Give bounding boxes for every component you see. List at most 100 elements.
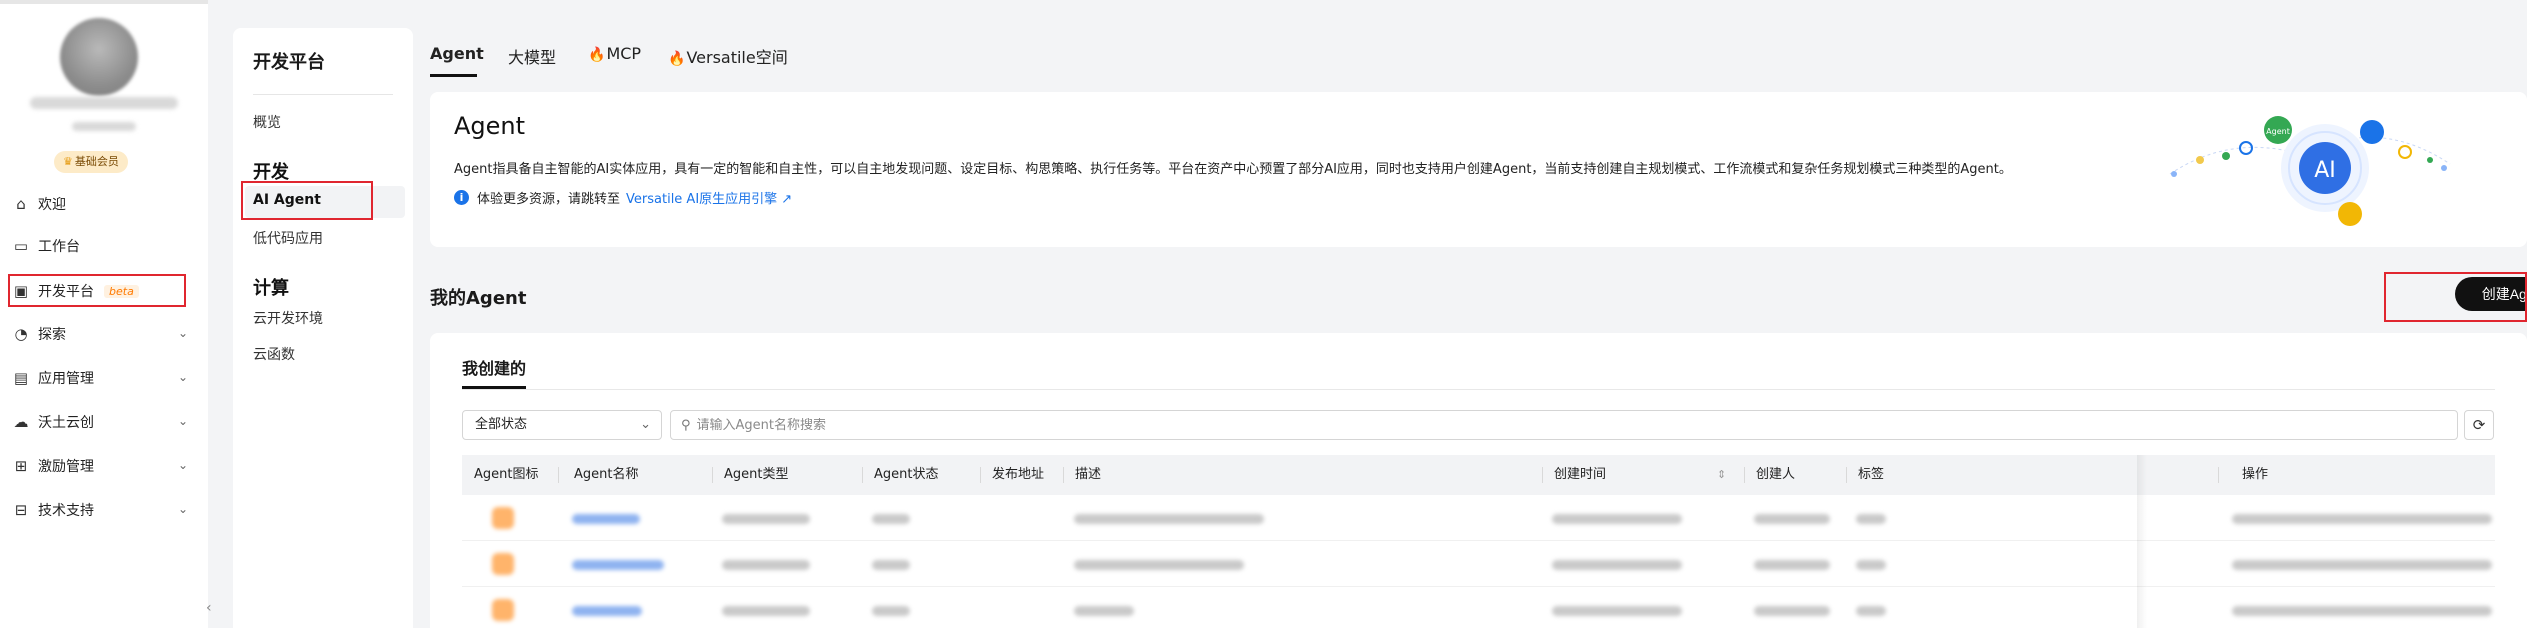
avatar[interactable] <box>60 18 138 96</box>
sidebar-item-label: 激励管理 <box>38 459 94 475</box>
tab-llm[interactable]: 大模型 <box>508 44 556 68</box>
fire-icon: 🔥 <box>588 47 606 63</box>
info-text: 体验更多资源，请跳转至 <box>477 192 621 207</box>
search-input[interactable] <box>696 417 2457 433</box>
sidebar-item-explore[interactable]: ◔ 探索 ⌄ <box>0 314 208 354</box>
chevron-down-icon: ⌄ <box>177 502 188 516</box>
sidebar-item-incentive[interactable]: ⊞ 激励管理 ⌄ <box>0 446 208 486</box>
support-icon: ⊟ <box>14 501 28 519</box>
left-sidebar: ♛ 基础会员 ⌂ 欢迎 ▭ 工作台 ▣ 开发平台 beta ◔ 探索 ⌄ ▤ 应用管理 ⌄ ☁ 沃土… <box>0 0 208 628</box>
column-separator <box>980 467 981 483</box>
search-box: ⚲ <box>670 410 2458 440</box>
tab-mcp[interactable]: 🔥MCP <box>588 44 641 63</box>
agent-name-blurred[interactable] <box>572 606 642 616</box>
agent-name-blurred[interactable] <box>572 514 640 524</box>
chevron-down-icon: ⌄ <box>640 417 651 432</box>
sidebar-item-label: 技术支持 <box>38 503 94 519</box>
status-select[interactable]: 全部状态 ⌄ <box>462 410 662 440</box>
table-header: Agent图标 Agent名称 Agent类型 Agent状态 发布地址 描述 … <box>462 455 2495 495</box>
collapse-sidebar-icon[interactable]: ‹ <box>206 600 218 628</box>
create-agent-button[interactable]: 创建Agent <box>2455 277 2527 311</box>
agent-name-blurred[interactable] <box>572 560 664 570</box>
fixed-column-shadow <box>2137 455 2147 628</box>
sidebar-item-support[interactable]: ⊟ 技术支持 ⌄ <box>0 490 208 530</box>
tag-blurred <box>1856 514 1886 524</box>
actions-blurred[interactable] <box>2232 514 2492 524</box>
illustration-ai-label: AI <box>2314 158 2336 183</box>
col-actions: 操作 <box>2242 467 2269 482</box>
sidebar-item-label: 欢迎 <box>38 197 66 213</box>
chevron-down-icon: ⌄ <box>177 370 188 384</box>
column-separator <box>1744 467 1745 483</box>
agent-illustration: AI Agent <box>2169 116 2451 226</box>
search-icon: ⚲ <box>681 417 691 433</box>
home-icon: ⌂ <box>16 195 26 213</box>
app-manage-icon: ▤ <box>13 369 29 387</box>
tab-mcp-label: MCP <box>606 44 642 63</box>
subnav-section-dev: 开发 <box>253 162 289 183</box>
subnav-section-compute: 计算 <box>253 278 289 299</box>
my-agent-title: 我的Agent <box>430 288 527 309</box>
column-separator <box>712 467 713 483</box>
agent-type-blurred <box>722 560 810 570</box>
agent-type-blurred <box>722 606 810 616</box>
info-line: i 体验更多资源，请跳转至 Versatile AI原生应用引擎 ↗ <box>454 188 792 207</box>
column-separator <box>1542 467 1543 483</box>
actions-blurred[interactable] <box>2232 606 2492 616</box>
agent-list-card: 我创建的 全部状态 ⌄ ⚲ ⟳ Agent图标 Agent名称 Agent类型 … <box>430 333 2527 628</box>
sort-icon[interactable]: ⇕ <box>1717 468 1726 481</box>
tab-versatile[interactable]: 🔥Versatile空间 <box>668 44 788 68</box>
actions-blurred[interactable] <box>2232 560 2492 570</box>
versatile-link[interactable]: Versatile AI原生应用引擎 ↗ <box>626 188 792 207</box>
tab-underline <box>430 74 477 77</box>
sidebar-item-label: 探索 <box>38 327 66 343</box>
member-badge: ♛ 基础会员 <box>54 151 128 173</box>
column-separator <box>862 467 863 483</box>
col-agent-status: Agent状态 <box>874 467 939 482</box>
subnav-item-ai-agent[interactable]: AI Agent <box>253 192 321 208</box>
subnav-item-overview[interactable]: 概览 <box>253 112 281 132</box>
column-separator <box>2218 467 2219 483</box>
chevron-down-icon: ⌄ <box>177 414 188 428</box>
subnav-item-cloud-dev[interactable]: 云开发环境 <box>253 308 323 328</box>
created-time-blurred <box>1552 514 1682 524</box>
sidebar-item-wotu[interactable]: ☁ 沃土云创 ⌄ <box>0 402 208 442</box>
column-separator <box>1063 467 1064 483</box>
crown-icon: ♛ <box>63 155 73 168</box>
divider <box>462 389 2495 390</box>
sidebar-item-workbench[interactable]: ▭ 工作台 <box>0 226 208 266</box>
creator-blurred <box>1754 560 1830 570</box>
sidebar-item-label: 沃土云创 <box>38 415 94 431</box>
fire-icon: 🔥 <box>668 51 686 67</box>
agent-status-blurred <box>872 606 910 616</box>
sidebar-item-app-manage[interactable]: ▤ 应用管理 ⌄ <box>0 358 208 398</box>
col-creator: 创建人 <box>1756 467 1796 482</box>
versatile-link-label: Versatile AI原生应用引擎 <box>626 192 778 207</box>
creator-blurred <box>1754 514 1830 524</box>
subnav-item-lowcode[interactable]: 低代码应用 <box>253 228 323 248</box>
table-row[interactable] <box>462 587 2495 628</box>
table-row[interactable] <box>462 541 2495 587</box>
divider <box>253 94 393 95</box>
gift-icon: ⊞ <box>14 457 28 475</box>
subnav-item-cloud-func[interactable]: 云函数 <box>253 344 295 364</box>
agent-icon <box>492 553 514 575</box>
sidebar-item-label: 工作台 <box>38 239 80 255</box>
tab-agent[interactable]: Agent <box>430 44 484 63</box>
col-agent-name: Agent名称 <box>574 467 639 482</box>
refresh-button[interactable]: ⟳ <box>2464 410 2494 440</box>
member-badge-label: 基础会员 <box>74 155 119 168</box>
table-row[interactable] <box>462 495 2495 541</box>
col-description: 描述 <box>1075 467 1102 482</box>
tag-blurred <box>1856 606 1886 616</box>
col-created-time: 创建时间 <box>1554 467 1607 482</box>
sidebar-item-welcome[interactable]: ⌂ 欢迎 <box>0 184 208 224</box>
sidebar-item-dev-platform[interactable]: ▣ 开发平台 beta <box>0 271 208 311</box>
info-icon: i <box>454 190 469 205</box>
status-select-value: 全部状态 <box>475 417 528 432</box>
tab-my-created[interactable]: 我创建的 <box>462 355 526 379</box>
created-time-blurred <box>1552 560 1682 570</box>
sidebar-item-label: 开发平台 <box>38 284 94 300</box>
agent-status-blurred <box>872 560 910 570</box>
agent-status-blurred <box>872 514 910 524</box>
